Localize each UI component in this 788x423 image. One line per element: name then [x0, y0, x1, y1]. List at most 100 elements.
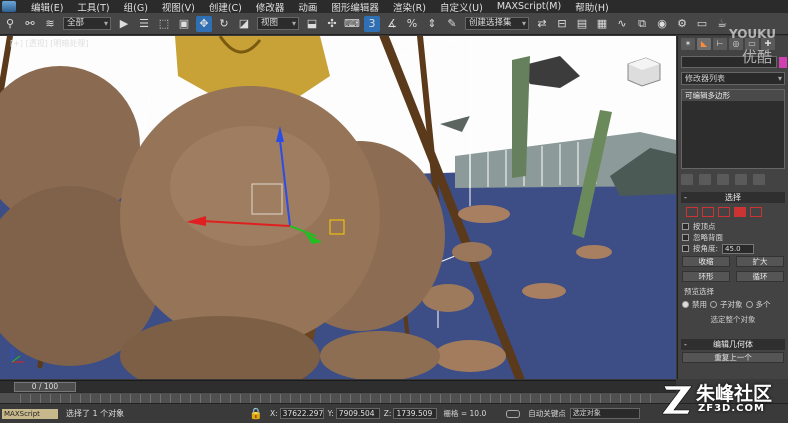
time-slider[interactable]: 0 / 100 — [14, 382, 76, 392]
polygon-level-icon[interactable] — [734, 207, 746, 217]
menu-group[interactable]: 组(G) — [119, 0, 157, 14]
water-rock — [458, 205, 510, 223]
menu-edit[interactable]: 编辑(E) — [26, 0, 72, 14]
preview-selection-options: 禁用 子对象 多个 — [678, 299, 788, 310]
menu-bar: 编辑(E) 工具(T) 组(G) 视图(V) 创建(C) 修改器 动画 图形编辑… — [0, 0, 788, 14]
menu-maxscript[interactable]: MAXScript(M) — [492, 1, 570, 12]
menu-help[interactable]: 帮助(H) — [570, 0, 618, 14]
view-cube[interactable] — [627, 57, 661, 87]
stack-item-editable-poly[interactable]: 可编辑多边形 — [682, 90, 784, 101]
layer-manager-icon[interactable]: ▤ — [574, 16, 590, 32]
element-level-icon[interactable] — [750, 207, 762, 217]
menu-views[interactable]: 视图(V) — [157, 0, 204, 14]
select-move-icon[interactable]: ✥ — [196, 15, 212, 32]
hierarchy-tab-icon[interactable]: ⊢ — [713, 38, 727, 50]
unlink-icon[interactable]: ⚯ — [22, 16, 38, 32]
edit-named-sets-icon[interactable]: ✎ — [444, 16, 460, 32]
pin-stack-icon[interactable] — [681, 174, 693, 185]
select-manipulate-icon[interactable]: ✣ — [324, 16, 340, 32]
ring-button[interactable]: 环形 — [682, 271, 730, 282]
modify-tab-icon[interactable]: ◣ — [697, 38, 711, 50]
schematic-view-icon[interactable]: ⧉ — [634, 16, 650, 32]
repeat-last-button[interactable]: 重复上一个 — [682, 352, 784, 363]
auto-key-button[interactable]: 自动关键点 — [528, 408, 566, 419]
spinner-snap-icon[interactable]: ⇕ — [424, 16, 440, 32]
edge-level-icon[interactable] — [702, 207, 714, 217]
vertex-level-icon[interactable] — [686, 207, 698, 217]
angle-spinner[interactable]: 45.0 — [722, 243, 755, 254]
border-level-icon[interactable] — [718, 207, 730, 217]
modifier-list-dropdown[interactable]: 修改器列表 — [681, 72, 785, 85]
remove-modifier-icon[interactable] — [735, 174, 747, 185]
menu-modifiers[interactable]: 修改器 — [251, 0, 294, 14]
key-filter-dropdown[interactable]: 选定对象 — [569, 408, 640, 419]
select-object-icon[interactable]: ▶ — [116, 16, 132, 32]
align-icon[interactable]: ⊟ — [554, 16, 570, 32]
y-coordinate-field[interactable]: 7909.504 — [335, 408, 380, 419]
menu-animation[interactable]: 动画 — [293, 0, 326, 14]
ring-loop-row: 环形 循环 — [678, 269, 788, 284]
z-coordinate-field[interactable]: 1739.509 — [393, 408, 438, 419]
create-tab-icon[interactable]: ✶ — [681, 38, 695, 50]
z-coordinate: Z: 1739.509 — [384, 408, 438, 419]
by-angle-option[interactable]: 按角度: 45.0 — [678, 243, 788, 254]
render-production-icon[interactable]: ☕ — [714, 16, 730, 32]
track-bar[interactable] — [0, 392, 676, 403]
menu-rendering[interactable]: 渲染(R) — [388, 0, 435, 14]
preview-subobj-radio[interactable] — [710, 301, 717, 308]
menu-customize[interactable]: 自定义(U) — [435, 0, 492, 14]
configure-sets-icon[interactable] — [753, 174, 765, 185]
by-vertex-checkbox[interactable] — [682, 223, 689, 230]
rect-selection-icon[interactable]: ⬚ — [156, 16, 172, 32]
select-rotate-icon[interactable]: ↻ — [216, 16, 232, 32]
keyboard-shortcut-icon[interactable]: ⌨ — [344, 16, 360, 32]
render-setup-icon[interactable]: ⚙ — [674, 16, 690, 32]
named-selection-dropdown[interactable]: 创建选择集 — [465, 17, 529, 30]
set-key-icon[interactable] — [506, 409, 521, 418]
menu-tools[interactable]: 工具(T) — [72, 0, 118, 14]
x-coordinate: X: 37622.297 — [270, 408, 324, 419]
angle-snap-icon[interactable]: ∡ — [384, 16, 400, 32]
grow-button[interactable]: 扩大 — [736, 256, 784, 267]
graphite-ribbon-icon[interactable]: ▦ — [594, 16, 610, 32]
link-icon[interactable]: ⚲ — [2, 16, 18, 32]
object-color-swatch[interactable] — [779, 57, 787, 68]
edit-geometry-rollout-header[interactable]: 编辑几何体 — [681, 339, 785, 350]
app-logo-icon[interactable] — [2, 1, 16, 12]
viewport-scene — [0, 36, 676, 379]
modifier-stack: 可编辑多边形 — [681, 89, 785, 169]
rendered-frame-icon[interactable]: ▭ — [694, 16, 710, 32]
select-by-name-icon[interactable]: ☰ — [136, 16, 152, 32]
lock-selection-icon[interactable]: 🔒 — [248, 406, 264, 422]
by-vertex-option[interactable]: 按顶点 — [678, 221, 788, 232]
menu-graph-editors[interactable]: 图形编辑器 — [326, 0, 388, 14]
preview-multi-radio[interactable] — [745, 301, 753, 308]
loop-button[interactable]: 循环 — [736, 271, 784, 282]
snaps-toggle-icon[interactable]: 3 — [364, 15, 380, 32]
selection-filter-dropdown[interactable]: 全部 — [63, 17, 111, 30]
by-angle-checkbox[interactable] — [682, 245, 689, 252]
percent-snap-icon[interactable]: % — [404, 16, 420, 32]
show-end-result-icon[interactable] — [699, 174, 711, 185]
maxscript-listener[interactable]: MAXScript — [2, 408, 58, 419]
menu-create[interactable]: 创建(C) — [204, 0, 251, 14]
ignore-backfacing-option[interactable]: 忽略背面 — [678, 232, 788, 243]
window-crossing-icon[interactable]: ▣ — [176, 16, 192, 32]
shrink-grow-row: 收缩 扩大 — [678, 254, 788, 269]
mirror-icon[interactable]: ⇄ — [534, 16, 550, 32]
perspective-viewport[interactable]: [+] [透视] [明暗处理] — [0, 36, 676, 379]
material-editor-icon[interactable]: ◉ — [654, 16, 670, 32]
viewport-label[interactable]: [+] [透视] [明暗处理] — [10, 38, 89, 49]
selection-rollout-header[interactable]: 选择 — [681, 192, 785, 203]
pivot-center-icon[interactable]: ⬓ — [304, 16, 320, 32]
ignore-backfacing-checkbox[interactable] — [682, 234, 689, 241]
select-scale-icon[interactable]: ◪ — [236, 16, 252, 32]
make-unique-icon[interactable] — [717, 174, 729, 185]
shrink-button[interactable]: 收缩 — [682, 256, 730, 267]
stack-tools — [678, 169, 788, 188]
bind-spacewarp-icon[interactable]: ≋ — [42, 16, 58, 32]
x-coordinate-field[interactable]: 37622.297 — [279, 408, 324, 419]
reference-coord-dropdown[interactable]: 视图 — [257, 17, 299, 30]
preview-off-radio[interactable] — [682, 301, 689, 308]
curve-editor-icon[interactable]: ∿ — [614, 16, 630, 32]
